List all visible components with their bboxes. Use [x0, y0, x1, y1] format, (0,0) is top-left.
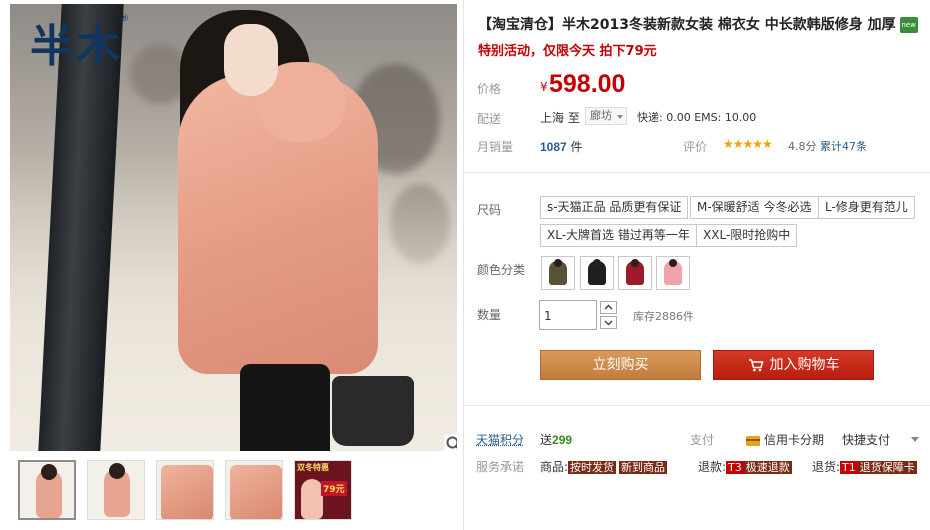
size-option-l[interactable]: L-修身更有范儿 — [818, 196, 915, 219]
new-badge-icon: new — [899, 17, 918, 33]
credit-installment-option[interactable]: 信用卡分期 — [746, 431, 824, 448]
credit-card-icon — [746, 435, 760, 446]
quantity-label: 数量 — [477, 308, 502, 322]
thumbnail-4[interactable] — [225, 460, 283, 520]
review-count-link[interactable]: 累计47条 — [820, 138, 867, 154]
service-promise-label: 服务承诺 — [476, 460, 525, 474]
color-option-pink[interactable] — [656, 256, 690, 290]
section-divider — [464, 172, 930, 173]
promise-return-label: 退货: — [812, 460, 841, 474]
swatch-head — [631, 259, 639, 267]
color-option-black[interactable] — [580, 256, 614, 290]
thumbnail-5[interactable]: 双冬特惠 79元 — [294, 460, 352, 520]
thumbnail-promo-text: 双冬特惠 — [297, 463, 329, 472]
thumbnail-promo-price: 79元 — [321, 481, 347, 496]
promo-subtitle: 特别活动，仅限今天 拍下79元 — [478, 44, 657, 59]
swatch-head — [669, 259, 677, 267]
return-guarantee-badge[interactable]: 退货保障卡 — [857, 461, 917, 474]
photo-model-face — [224, 24, 278, 96]
chevron-up-icon — [604, 304, 613, 310]
chevron-down-icon[interactable] — [911, 437, 919, 442]
size-option-xl[interactable]: XL-大牌首选 错过再等一年 — [540, 224, 697, 247]
promise-refund-label: 退款: — [698, 460, 727, 474]
thumbnail-2[interactable] — [87, 460, 145, 520]
refund-code-badge: T3 — [726, 461, 744, 474]
rating-label: 评价 — [683, 140, 708, 154]
quantity-input[interactable]: 1 — [539, 300, 597, 330]
return-code-badge: T1 — [840, 461, 858, 474]
registered-mark: ® — [120, 14, 129, 24]
thumbnail-strip: 双冬特惠 79元 — [18, 460, 352, 520]
add-to-cart-button[interactable]: 加入购物车 — [713, 350, 874, 380]
photo-model-bag — [332, 376, 414, 446]
points-prefix: 送 — [540, 433, 553, 447]
cart-icon — [748, 358, 764, 372]
promise-refund: 退款: T3 极速退款 — [698, 458, 795, 475]
destination-city-select[interactable]: 廊坊 — [585, 107, 627, 125]
brand-logo: 半木 — [30, 21, 122, 72]
column-divider — [463, 0, 464, 530]
thumbnail-head — [109, 463, 125, 479]
thumbnail-figure — [161, 465, 213, 519]
price-label: 价格 — [477, 82, 502, 96]
product-title: 【淘宝清仓】半木2013冬装新款女装 棉衣女 中长款韩版修身 加厚 new — [478, 14, 928, 34]
size-option-m[interactable]: M-保暖舒适 今冬必选 — [690, 196, 819, 219]
buy-now-button[interactable]: 立刻购买 — [540, 350, 701, 380]
points-reward: 送299 — [540, 431, 572, 448]
points-value: 299 — [552, 433, 573, 447]
magnifier-icon[interactable] — [444, 434, 457, 451]
quantity-decrease-button[interactable] — [600, 316, 617, 329]
thumbnail-3[interactable] — [156, 460, 214, 520]
rating-score: 4.8分 — [788, 140, 817, 153]
star-rating-icon: ★★★★★ — [723, 137, 773, 151]
promise-goods-label: 商品: — [540, 460, 569, 474]
new-goods-badge[interactable]: 新到商品 — [619, 461, 668, 474]
shipping-fee: 快递: 0.00 EMS: 10.00 — [637, 111, 757, 124]
swatch-head — [593, 259, 601, 267]
size-label: 尺码 — [477, 203, 502, 217]
promise-return: 退货: T1 退货保障卡 — [812, 458, 920, 475]
payment-label: 支付 — [690, 433, 715, 447]
main-product-photo[interactable]: 半木 ® — [10, 4, 457, 451]
quick-pay-option[interactable]: 快捷支付 — [842, 431, 890, 448]
product-price: 598.00 — [549, 70, 626, 98]
swatch-head — [554, 259, 562, 267]
monthly-sales: 1087 件 — [540, 138, 583, 155]
thumbnail-head — [41, 464, 57, 480]
chevron-down-icon — [604, 320, 613, 326]
sales-count: 1087 — [540, 140, 567, 154]
quantity-increase-button[interactable] — [600, 301, 617, 314]
currency-symbol: ¥ — [540, 80, 548, 94]
destination-city-value: 廊坊 — [590, 109, 612, 122]
sales-unit: 件 — [570, 140, 583, 154]
credit-installment-text: 信用卡分期 — [764, 433, 825, 447]
section-divider — [464, 405, 930, 406]
add-to-cart-label: 加入购物车 — [769, 357, 840, 373]
promise-goods: 商品: 按时发货 新到商品 — [540, 458, 670, 475]
color-option-red[interactable] — [618, 256, 652, 290]
product-title-text: 【淘宝清仓】半木2013冬装新款女装 棉衣女 中长款韩版修身 加厚 — [478, 17, 896, 33]
color-option-olive[interactable] — [541, 256, 575, 290]
fast-refund-badge[interactable]: 极速退款 — [743, 461, 792, 474]
ship-from: 上海 至 — [540, 111, 580, 125]
color-label: 颜色分类 — [477, 263, 526, 277]
chevron-down-icon — [617, 115, 623, 119]
photo-model-legs — [240, 364, 330, 451]
on-time-delivery-badge[interactable]: 按时发货 — [568, 461, 617, 474]
size-option-s[interactable]: s-天猫正品 品质更有保证 — [540, 196, 689, 219]
stock-count: 库存2886件 — [633, 310, 694, 323]
shipping-label: 配送 — [477, 112, 502, 126]
thumbnail-figure — [301, 479, 323, 519]
thumbnail-figure — [230, 465, 282, 519]
size-option-xxl[interactable]: XXL-限时抢购中 — [696, 224, 798, 247]
tmall-points-link[interactable]: 天猫积分 — [476, 431, 524, 448]
monthly-sales-label: 月销量 — [477, 140, 514, 154]
thumbnail-1[interactable] — [18, 460, 76, 520]
